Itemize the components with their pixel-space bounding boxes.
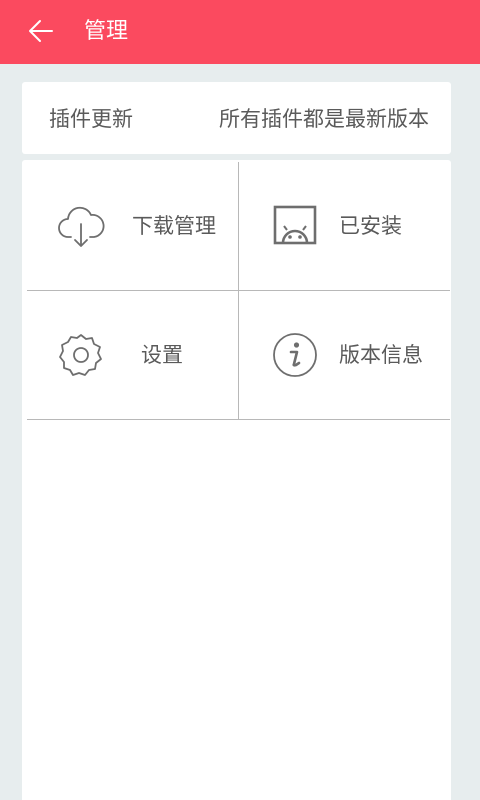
gear-icon (57, 331, 105, 379)
app-bar: 管理 (0, 0, 480, 64)
grid-divider-horizontal (27, 419, 450, 420)
menu-panel: 下载管理 已安装 设置 版本信息 (22, 160, 451, 800)
menu-item-download-manager[interactable]: 下载管理 (27, 162, 238, 290)
menu-item-version-info[interactable]: 版本信息 (239, 291, 450, 419)
plugin-update-status: 所有插件都是最新版本 (219, 107, 429, 131)
info-icon (271, 331, 319, 379)
menu-item-label: 下载管理 (132, 214, 216, 238)
menu-item-label: 已安装 (339, 214, 402, 238)
menu-item-settings[interactable]: 设置 (27, 291, 238, 419)
grid-divider-horizontal (27, 290, 450, 291)
cloud-download-icon (57, 202, 105, 250)
plugin-update-label: 插件更新 (49, 107, 133, 131)
plugin-update-row[interactable]: 插件更新 所有插件都是最新版本 (22, 82, 451, 154)
back-button[interactable] (24, 14, 58, 48)
menu-item-label: 版本信息 (339, 343, 423, 367)
menu-item-label: 设置 (141, 343, 183, 367)
arrow-left-icon (29, 20, 53, 42)
android-installed-icon (271, 202, 319, 250)
menu-grid: 下载管理 已安装 设置 版本信息 (27, 162, 450, 420)
menu-item-installed[interactable]: 已安装 (239, 162, 450, 290)
page-title: 管理 (84, 19, 129, 44)
